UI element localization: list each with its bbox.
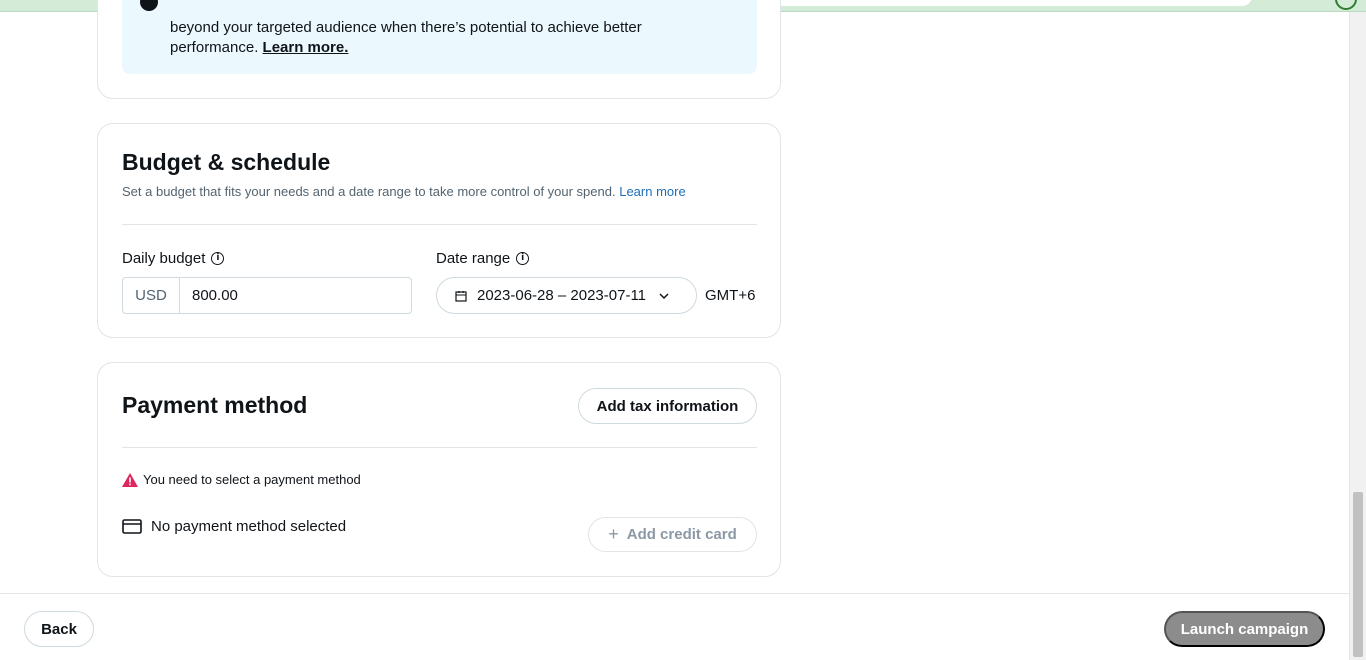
page-scrollbar[interactable] bbox=[1349, 12, 1366, 660]
warning-icon bbox=[122, 472, 138, 487]
date-range-label: Date range i bbox=[436, 250, 530, 267]
payment-divider bbox=[122, 447, 757, 448]
budget-learn-more-link[interactable]: Learn more bbox=[619, 184, 685, 199]
chevron-down-icon bbox=[659, 292, 669, 299]
daily-budget-value[interactable]: 800.00 bbox=[180, 278, 411, 313]
budget-section-title: Budget & schedule bbox=[122, 149, 331, 175]
calendar-icon bbox=[455, 290, 467, 302]
currency-prefix: USD bbox=[123, 278, 180, 313]
targeting-card: beyond your targeted audience when there… bbox=[97, 0, 781, 99]
payment-warning-text: You need to select a payment method bbox=[143, 472, 361, 487]
footer-bar: Back Launch campaign bbox=[0, 593, 1349, 660]
targeting-learn-more-link[interactable]: Learn more. bbox=[263, 39, 349, 56]
selected-payment-method: No payment method selected bbox=[122, 518, 346, 535]
credit-card-icon bbox=[122, 519, 142, 534]
daily-budget-label: Daily budget i bbox=[122, 250, 225, 267]
targeting-notice-text: beyond your targeted audience when there… bbox=[170, 19, 642, 56]
budget-divider bbox=[122, 224, 757, 225]
add-credit-card-label: Add credit card bbox=[626, 526, 737, 543]
notice-bullet-icon bbox=[140, 0, 158, 11]
daily-budget-info-icon[interactable]: i bbox=[211, 252, 225, 265]
launch-campaign-button[interactable]: Launch campaign bbox=[1164, 611, 1325, 647]
budget-section-subtitle: Set a budget that fits your needs and a … bbox=[122, 184, 686, 199]
budget-schedule-card: Budget & schedule Set a budget that fits… bbox=[97, 123, 781, 338]
no-payment-text: No payment method selected bbox=[151, 518, 347, 535]
payment-section-title: Payment method bbox=[122, 392, 308, 418]
daily-budget-input[interactable]: USD 800.00 bbox=[122, 277, 412, 314]
back-button[interactable]: Back bbox=[24, 611, 94, 647]
date-range-info-icon[interactable]: i bbox=[516, 252, 530, 265]
timezone-label: GMT+6 bbox=[705, 287, 756, 304]
plus-icon: + bbox=[608, 524, 619, 544]
add-tax-information-button[interactable]: Add tax information bbox=[578, 388, 757, 424]
add-credit-card-button[interactable]: + Add credit card bbox=[588, 517, 757, 552]
date-range-picker[interactable]: 2023-06-28 – 2023-07-11 bbox=[436, 277, 697, 314]
targeting-notice: beyond your targeted audience when there… bbox=[122, 0, 757, 74]
scrollbar-thumb[interactable] bbox=[1353, 492, 1363, 657]
payment-method-card: Payment method Add tax information You n… bbox=[97, 362, 781, 577]
date-range-value: 2023-06-28 – 2023-07-11 bbox=[477, 287, 647, 304]
payment-warning: You need to select a payment method bbox=[122, 472, 361, 487]
extension-status-icon bbox=[1335, 0, 1357, 10]
